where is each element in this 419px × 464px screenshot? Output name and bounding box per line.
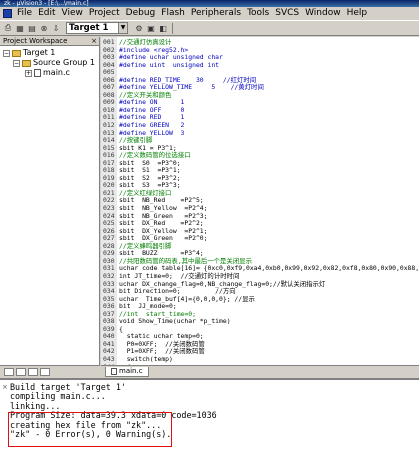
target-options-icon[interactable]: ⚙ — [134, 23, 144, 33]
code-line: 004 #define uint unsigned int — [103, 60, 419, 70]
code-line: 038 void Show_Time(uchar *p_time) — [103, 318, 419, 326]
tree-item-label: main.c — [43, 68, 70, 77]
tree-item-main-c[interactable]: + main.c — [0, 68, 99, 78]
c-file-icon — [111, 367, 117, 375]
project-workspace-panel: Project Workspace × − Target 1 − Source … — [0, 37, 100, 377]
build-toolbar: ⎙ ▦ ▤ ⊗ ⇩ Target 1 ▼ ⚙ ▣ ◧ — [0, 20, 419, 36]
code-text: void Show_Time(uchar *p_time) — [119, 317, 231, 326]
c-file-icon — [34, 69, 41, 77]
tree-item-source-group[interactable]: − Source Group 1 — [0, 58, 99, 68]
menu-debug[interactable]: Debug — [123, 7, 159, 20]
menu-help[interactable]: Help — [344, 7, 371, 20]
workspace-title: Project Workspace — [3, 37, 68, 45]
compile-icon[interactable]: ⎙ — [3, 23, 13, 33]
target-select[interactable]: Target 1 ▼ — [66, 22, 128, 34]
menu-project[interactable]: Project — [86, 7, 123, 20]
files-tab-icon[interactable] — [4, 367, 14, 376]
close-icon[interactable]: × — [2, 383, 8, 391]
file-extensions-icon[interactable]: ▣ — [146, 23, 156, 33]
books-tab-icon[interactable] — [16, 367, 26, 376]
tab-main-c[interactable]: main.c — [105, 366, 149, 377]
stop-build-icon[interactable]: ⊗ — [39, 23, 49, 33]
collapse-icon[interactable]: − — [13, 59, 20, 67]
menu-flash[interactable]: Flash — [158, 7, 188, 20]
workspace-header: Project Workspace × — [0, 37, 99, 46]
menu-view[interactable]: View — [59, 7, 86, 20]
workspace-tabs — [0, 365, 100, 377]
menu-peripherals[interactable]: Peripherals — [188, 7, 244, 20]
toolbar-separator — [172, 22, 173, 34]
editor-tab-bar: main.c — [101, 365, 419, 377]
window-title: zk - µVision3 - [E:\...\main.c] — [4, 0, 89, 7]
tree-item-target[interactable]: − Target 1 — [0, 48, 99, 58]
menu-edit[interactable]: Edit — [35, 7, 58, 20]
functions-tab-icon[interactable] — [28, 367, 38, 376]
menu-file[interactable]: File — [14, 7, 35, 20]
build-icon[interactable]: ▦ — [15, 23, 25, 33]
target-select-value: Target 1 — [69, 23, 109, 33]
code-editor[interactable]: 001//交通灯仿真设计 002 #include <reg52.h> 003 #def… — [101, 37, 419, 365]
menu-window[interactable]: Window — [302, 7, 344, 20]
chevron-down-icon[interactable]: ▼ — [118, 23, 127, 33]
manage-components-icon[interactable]: ◧ — [158, 23, 168, 33]
expand-icon[interactable]: + — [25, 69, 32, 77]
code-text: #define uint unsigned int — [119, 60, 220, 69]
uvision-app-icon[interactable] — [3, 9, 12, 18]
target-folder-icon — [12, 49, 21, 57]
tab-label: main.c — [119, 366, 143, 375]
menu-tools[interactable]: Tools — [244, 7, 272, 20]
download-icon[interactable]: ⇩ — [51, 23, 61, 33]
window-title-bar: zk - µVision3 - [E:\...\main.c] — [0, 0, 419, 7]
tree-item-label: Target 1 — [23, 48, 56, 57]
menu-bar: File Edit View Project Debug Flash Perip… — [0, 7, 419, 20]
templates-tab-icon[interactable] — [40, 367, 50, 376]
close-icon[interactable]: × — [91, 37, 97, 46]
code-line: 043 switch(temp) — [103, 355, 419, 364]
tree-item-label: Source Group 1 — [33, 58, 96, 67]
code-lines: 001//交通灯仿真设计 002 #include <reg52.h> 003 #def… — [103, 38, 419, 365]
folder-icon — [22, 59, 31, 67]
menu-svcs[interactable]: SVCS — [272, 7, 302, 20]
collapse-icon[interactable]: − — [3, 49, 10, 57]
highlight-annotation-box — [8, 412, 172, 447]
rebuild-all-icon[interactable]: ▤ — [27, 23, 37, 33]
